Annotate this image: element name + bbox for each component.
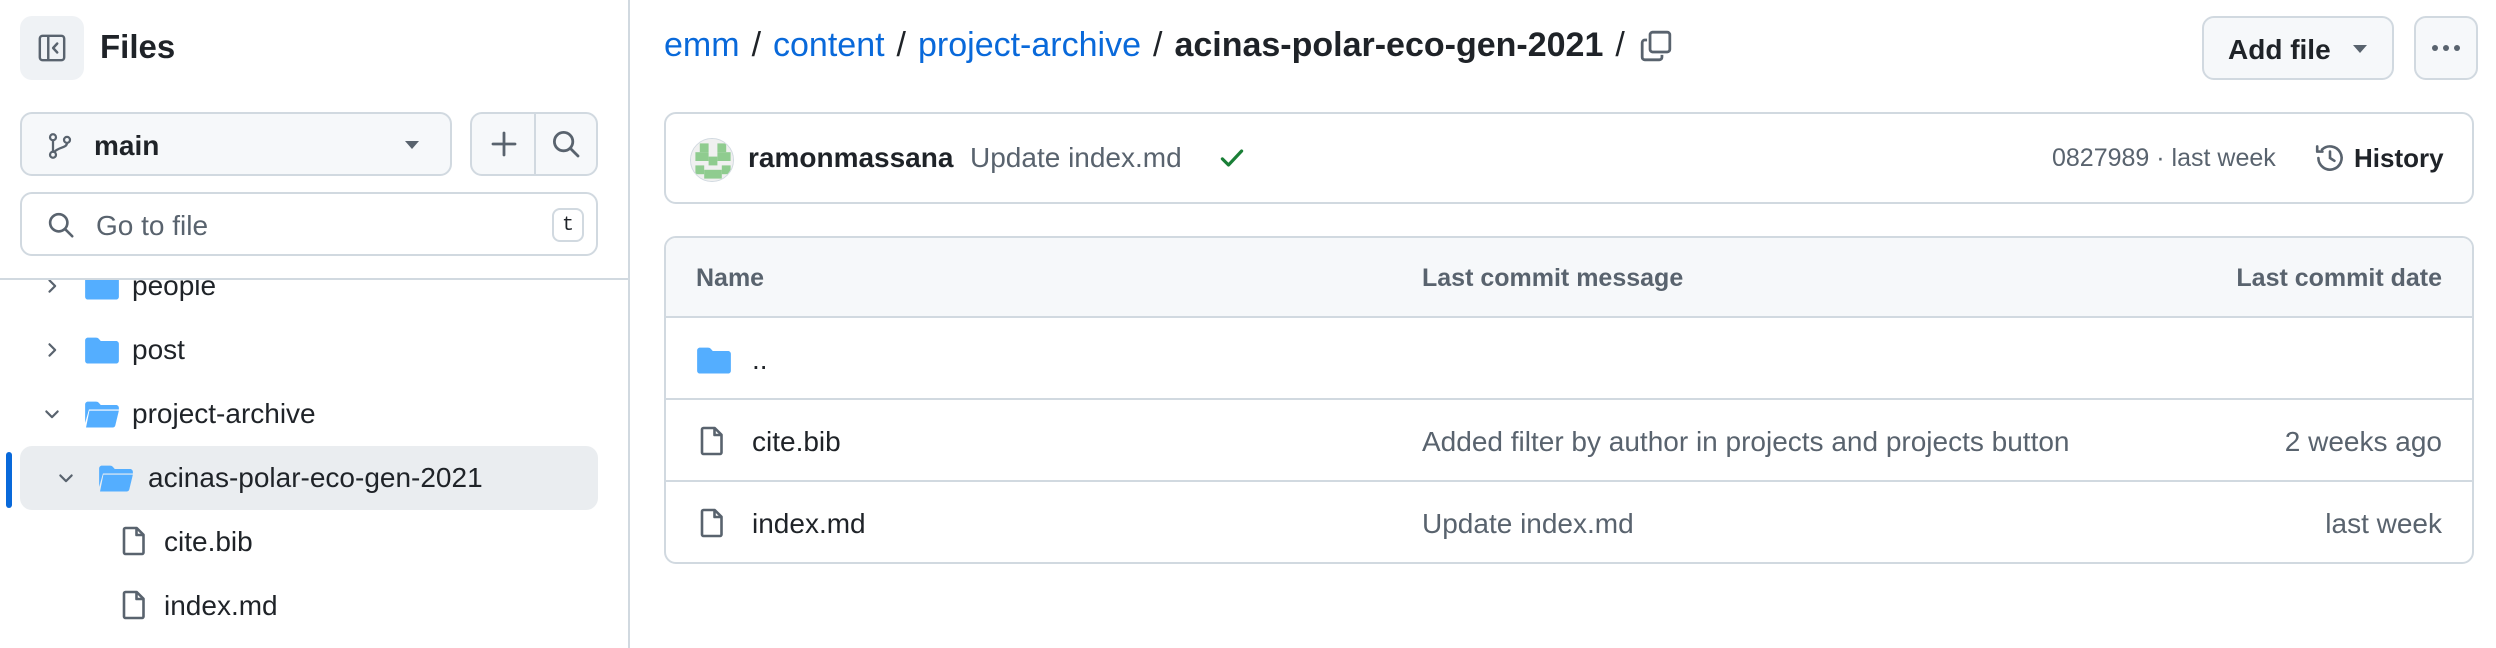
tree-item-post[interactable]: post bbox=[20, 318, 598, 382]
commit-message-link[interactable]: Added filter by author in projects and p… bbox=[1422, 426, 2070, 458]
breadcrumb-separator: / bbox=[896, 26, 906, 64]
folder-open-icon bbox=[84, 396, 120, 432]
table-row: index.md Update index.md last week bbox=[666, 482, 2472, 562]
branch-selector[interactable]: main bbox=[20, 112, 452, 176]
copy-path-button[interactable] bbox=[1639, 29, 1673, 63]
file-name-link[interactable]: cite.bib bbox=[752, 426, 841, 458]
tree-item-acinas-polar-eco-gen-2021[interactable]: acinas-polar-eco-gen-2021 bbox=[20, 446, 598, 510]
breadcrumb: emm / content / project-archive / acinas… bbox=[664, 26, 1673, 65]
go-to-file-placeholder: Go to file bbox=[96, 210, 209, 241]
folder-icon bbox=[84, 332, 120, 368]
tree-item-cite-bib[interactable]: cite.bib bbox=[20, 510, 598, 574]
tree-item-index-md[interactable]: index.md bbox=[20, 574, 598, 638]
triangle-down-icon bbox=[404, 140, 420, 150]
file-tree-sidebar: people post project-archive acinas-polar… bbox=[0, 0, 630, 648]
breadcrumb-link-project-archive[interactable]: project-archive bbox=[918, 26, 1141, 65]
history-button[interactable]: History bbox=[2314, 132, 2444, 184]
column-header-commit-date: Last commit date bbox=[2236, 264, 2442, 292]
tree-actions-group bbox=[470, 112, 598, 176]
commit-author[interactable]: ramonmassana bbox=[748, 142, 953, 174]
tree-item-label: acinas-polar-eco-gen-2021 bbox=[148, 462, 483, 493]
latest-commit-bar: ramonmassana Update index.md 0827989 · l… bbox=[664, 112, 2474, 204]
tree-item-label: index.md bbox=[164, 590, 278, 621]
commit-message-link[interactable]: Update index.md bbox=[1422, 508, 1634, 540]
tree-item-label: post bbox=[132, 334, 185, 365]
chevron-right-icon[interactable] bbox=[42, 340, 62, 360]
breadcrumb-link-repo[interactable]: emm bbox=[664, 26, 740, 65]
add-file-button[interactable]: Add file bbox=[2202, 16, 2394, 80]
avatar[interactable] bbox=[690, 138, 734, 182]
breadcrumb-current: acinas-polar-eco-gen-2021 bbox=[1174, 26, 1604, 64]
more-options-button[interactable] bbox=[2414, 16, 2478, 80]
tree-item-label: cite.bib bbox=[164, 526, 253, 557]
breadcrumb-link-content[interactable]: content bbox=[773, 26, 885, 65]
check-icon[interactable] bbox=[1218, 144, 1246, 172]
breadcrumb-trailing-separator: / bbox=[1615, 26, 1625, 64]
triangle-down-icon bbox=[2352, 44, 2368, 54]
go-to-file-input[interactable]: Go to file t bbox=[20, 192, 598, 256]
file-icon bbox=[118, 588, 150, 622]
chevron-down-icon[interactable] bbox=[56, 468, 76, 488]
breadcrumb-separator: / bbox=[1152, 26, 1163, 64]
history-label: History bbox=[2354, 142, 2444, 173]
history-icon bbox=[2314, 142, 2346, 174]
table-row: cite.bib Added filter by author in proje… bbox=[666, 400, 2472, 482]
git-branch-icon bbox=[46, 132, 74, 160]
add-file-label: Add file bbox=[2228, 34, 2331, 65]
commit-hash-time[interactable]: 0827989 · last week bbox=[2052, 144, 2276, 173]
file-icon bbox=[696, 506, 728, 540]
folder-icon bbox=[696, 342, 732, 378]
folder-open-icon bbox=[98, 460, 134, 496]
commit-date: last week bbox=[2325, 508, 2442, 539]
sidebar-collapse-icon bbox=[37, 33, 67, 63]
commit-date: 2 weeks ago bbox=[2284, 426, 2442, 457]
file-icon bbox=[696, 424, 728, 458]
search-icon bbox=[46, 210, 76, 240]
table-row-parent-directory[interactable]: .. bbox=[666, 318, 2472, 400]
chevron-down-icon[interactable] bbox=[42, 404, 62, 424]
column-header-commit-message: Last commit message bbox=[1422, 264, 1684, 292]
tree-item-label: project-archive bbox=[132, 398, 316, 429]
keyboard-shortcut-hint: t bbox=[552, 208, 584, 242]
branch-name: main bbox=[94, 130, 160, 161]
file-listing-table: Name Last commit message Last commit dat… bbox=[664, 236, 2474, 564]
kebab-horizontal-icon bbox=[2430, 43, 2462, 53]
add-file-tree-button[interactable] bbox=[488, 128, 520, 160]
divider bbox=[534, 114, 536, 174]
collapse-sidebar-button[interactable] bbox=[20, 16, 84, 80]
parent-directory-link[interactable]: .. bbox=[752, 344, 768, 376]
table-header: Name Last commit message Last commit dat… bbox=[666, 238, 2472, 318]
file-icon bbox=[118, 524, 150, 558]
commit-message[interactable]: Update index.md bbox=[970, 142, 1182, 174]
breadcrumb-separator: / bbox=[751, 26, 762, 64]
column-header-name: Name bbox=[696, 264, 765, 292]
search-tree-button[interactable] bbox=[550, 128, 582, 160]
tree-item-project-archive[interactable]: project-archive bbox=[20, 382, 598, 446]
selected-indicator bbox=[6, 452, 12, 508]
sidebar-title: Files bbox=[100, 28, 176, 65]
file-name-link[interactable]: index.md bbox=[752, 508, 866, 540]
sidebar-header: Files main Go to file t bbox=[0, 0, 628, 280]
